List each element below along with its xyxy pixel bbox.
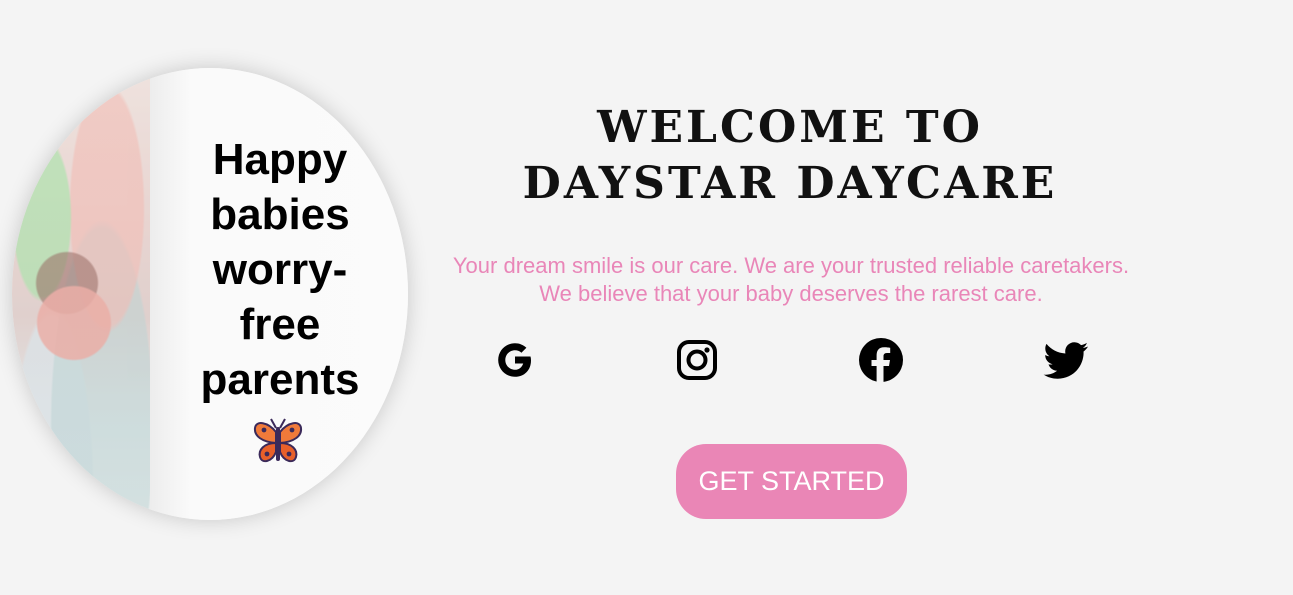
landing-page: Happy babies worry- free parents WELCOME… <box>0 0 1293 595</box>
twitter-icon[interactable] <box>1043 336 1091 384</box>
google-icon[interactable] <box>491 336 539 384</box>
title-line: DAYSTAR DAYCARE <box>522 158 1058 209</box>
tagline-line: free <box>239 300 321 349</box>
page-title: WELCOME TO DAYSTAR DAYCARE <box>420 100 1160 212</box>
butterfly-icon <box>252 416 304 468</box>
title-line: WELCOME TO <box>597 102 983 153</box>
tagline-line: parents <box>200 355 360 404</box>
subtitle-line: Your dream smile is our care. We are you… <box>452 253 1130 278</box>
subtitle-line: We believe that your baby deserves the r… <box>539 281 1043 306</box>
subtitle: Your dream smile is our care. We are you… <box>410 252 1172 308</box>
tagline-line: babies <box>210 190 350 239</box>
tagline-line: worry- <box>212 245 348 294</box>
get-started-button[interactable]: GET STARTED <box>676 444 907 519</box>
hero-tagline: Happy babies worry- free parents <box>170 132 390 407</box>
children-photo <box>12 68 150 520</box>
tagline-line: Happy <box>212 135 348 184</box>
facebook-icon[interactable] <box>857 336 905 384</box>
instagram-icon[interactable] <box>673 336 721 384</box>
